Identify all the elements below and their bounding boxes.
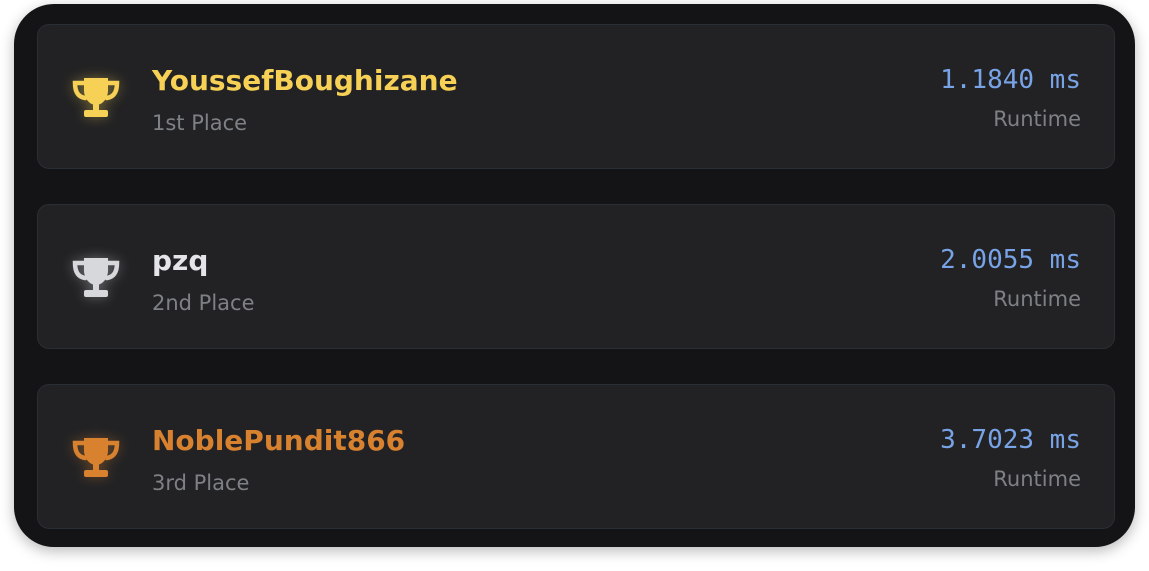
player-name: YoussefBoughizane [152, 64, 458, 97]
runtime-label: Runtime [993, 287, 1081, 311]
leaderboard-entry-1[interactable]: YoussefBoughizane 1st Place 1.1840 ms Ru… [37, 24, 1115, 169]
runtime-value: 2.0055 ms [940, 245, 1081, 275]
trophy-base [84, 470, 108, 477]
gold-trophy-icon [70, 75, 122, 121]
runtime-value: 3.7023 ms [940, 425, 1081, 455]
trophy-base [84, 110, 108, 117]
player-name: NoblePundit866 [152, 424, 406, 457]
trophy-stem [93, 104, 99, 110]
trophy-shape [84, 258, 108, 285]
trophy-shape [84, 78, 108, 105]
player-name: pzq [152, 244, 209, 277]
trophy-stem [93, 464, 99, 470]
place-label: 1st Place [152, 111, 248, 135]
trophy-stem [93, 284, 99, 290]
bronze-trophy-icon [70, 435, 122, 481]
runtime-value: 1.1840 ms [940, 65, 1081, 95]
trophy-base [84, 290, 108, 297]
place-label: 2nd Place [152, 291, 255, 315]
place-label: 3rd Place [152, 471, 250, 495]
silver-trophy-icon [70, 255, 122, 301]
runtime-label: Runtime [993, 107, 1081, 131]
leaderboard-entry-3[interactable]: NoblePundit866 3rd Place 3.7023 ms Runti… [37, 384, 1115, 529]
trophy-shape [84, 438, 108, 465]
runtime-label: Runtime [993, 467, 1081, 491]
leaderboard-panel: YoussefBoughizane 1st Place 1.1840 ms Ru… [14, 4, 1135, 547]
leaderboard-entry-2[interactable]: pzq 2nd Place 2.0055 ms Runtime [37, 204, 1115, 349]
